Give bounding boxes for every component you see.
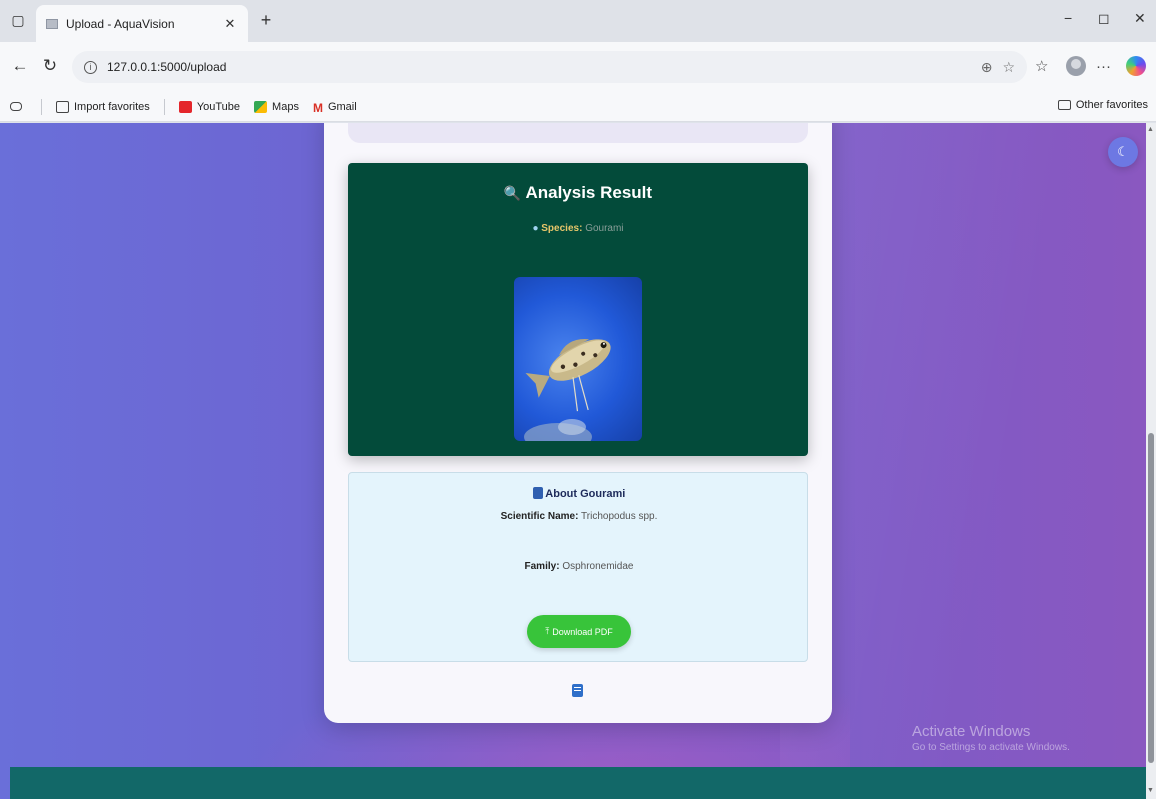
magnifier-icon: 🔍 (503, 185, 522, 201)
bookmark-maps[interactable]: Maps (254, 100, 299, 113)
maximize-icon[interactable]: ◻ (1098, 10, 1110, 27)
favorites-icon[interactable]: ☆ (1035, 54, 1048, 78)
other-favorites[interactable]: Other favorites (1057, 99, 1148, 111)
content-container: 🔍 Analysis Result ● Species: Gourami Abo… (324, 123, 832, 723)
site-info-icon[interactable]: i (84, 60, 97, 74)
analysis-result-title: 🔍 Analysis Result (503, 183, 653, 202)
tab-bar: ▢ Upload - AquaVision ✕ + − ◻ ✕ (0, 0, 1156, 42)
url-text[interactable]: 127.0.0.1:5000/upload (107, 60, 971, 74)
close-window-icon[interactable]: ✕ (1134, 10, 1146, 27)
fish-image (514, 277, 642, 441)
maps-icon (254, 100, 268, 113)
refresh-icon[interactable]: ↻ (38, 54, 62, 78)
sidebar-icon[interactable]: ▢ (6, 8, 30, 32)
divider (41, 98, 42, 115)
folder-icon (1057, 100, 1071, 110)
scroll-up-icon[interactable]: ▲ (1147, 126, 1154, 133)
tab-favicon-icon (46, 18, 58, 29)
fish-icon: ● (532, 223, 539, 234)
bookmark-import-favorites[interactable]: Import favorites (56, 100, 150, 113)
close-tab-icon[interactable]: ✕ (222, 16, 238, 32)
upload-icon: ⤒ (545, 626, 550, 636)
windows-activation-watermark: Activate Windows Go to Settings to activ… (912, 723, 1070, 753)
family-line: Family: Osphronemidae (524, 561, 634, 572)
about-card: About Gourami Scientific Name: Trichopod… (348, 472, 808, 662)
bookmarks-bar: Import favorites YouTube Maps M Gmail Oth… (0, 92, 1156, 122)
profile-avatar[interactable] (1066, 54, 1086, 78)
new-tab-icon[interactable]: + (254, 8, 278, 32)
youtube-icon (178, 100, 192, 113)
download-pdf-button[interactable]: ⤒ Download PDF (527, 615, 631, 648)
import-icon (56, 100, 69, 113)
minimize-icon[interactable]: − (1064, 10, 1072, 26)
bookmarks-menu-icon[interactable] (10, 102, 27, 111)
species-line: ● Species: Gourami (532, 223, 624, 234)
more-icon[interactable]: ··· (1096, 54, 1111, 78)
tab-title: Upload - AquaVision (66, 16, 175, 31)
analysis-result-card: 🔍 Analysis Result ● Species: Gourami (348, 163, 808, 456)
address-bar[interactable]: i 127.0.0.1:5000/upload ⊕ ☆ (72, 51, 1027, 83)
copilot-icon[interactable] (1126, 54, 1146, 78)
scroll-down-icon[interactable]: ▼ (1147, 787, 1154, 794)
browser-toolbar: ← ↻ i 127.0.0.1:5000/upload ⊕ ☆ ☆ ··· (0, 42, 1156, 92)
theme-toggle-moon-icon[interactable]: ☾ (1108, 137, 1138, 167)
about-title: About Gourami (349, 487, 809, 500)
divider (163, 98, 165, 115)
book-icon (572, 684, 583, 697)
previous-section (348, 123, 808, 143)
zoom-icon[interactable]: ⊕ (981, 59, 993, 76)
back-icon[interactable]: ← (8, 54, 32, 78)
scientific-name-line: Scientific Name: Trichopodus spp. (500, 511, 658, 522)
footer-band (10, 767, 1146, 799)
book-icon (532, 487, 543, 499)
browser-tab[interactable]: Upload - AquaVision ✕ (36, 5, 248, 42)
page-scrollbar[interactable]: ▲ ▼ (1146, 123, 1156, 799)
gmail-icon: M (312, 100, 323, 115)
scroll-thumb[interactable] (1148, 433, 1154, 763)
favorite-star-icon[interactable]: ☆ (1002, 59, 1015, 76)
bookmark-youtube[interactable]: YouTube (178, 100, 240, 113)
page-viewport: ☾ 🔍 Analysis Result ● Species: Gourami A… (0, 123, 1146, 799)
bookmark-gmail[interactable]: M Gmail (312, 100, 357, 115)
